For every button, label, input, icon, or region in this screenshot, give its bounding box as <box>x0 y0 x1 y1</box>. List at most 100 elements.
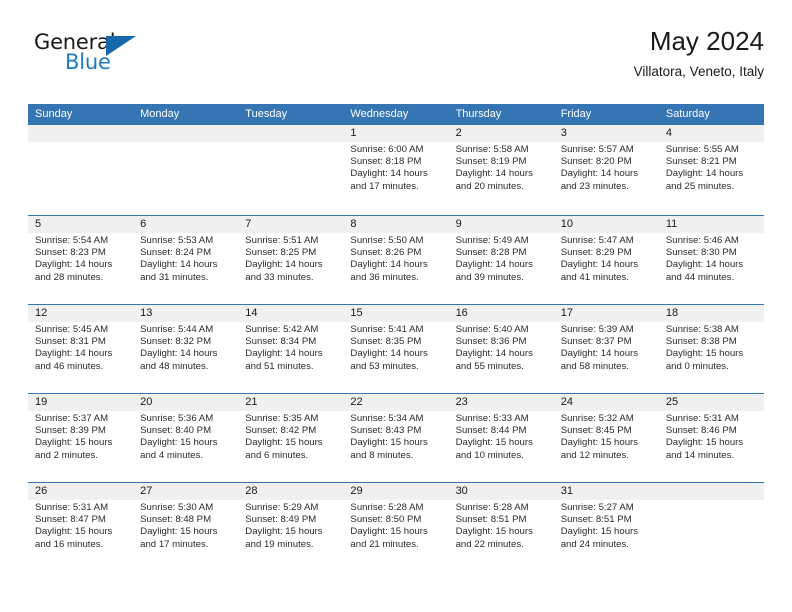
day-details: Sunrise: 5:46 AM Sunset: 8:30 PM Dayligh… <box>666 235 757 284</box>
day-details: Sunrise: 5:30 AM Sunset: 8:48 PM Dayligh… <box>140 502 231 551</box>
day-details: Sunrise: 5:55 AM Sunset: 8:21 PM Dayligh… <box>666 144 757 193</box>
day-cell[interactable]: 22 Sunrise: 5:34 AM Sunset: 8:43 PM Dayl… <box>343 394 448 482</box>
weekday-header-tuesday: Tuesday <box>245 108 288 120</box>
day-cell[interactable]: 16 Sunrise: 5:40 AM Sunset: 8:36 PM Dayl… <box>449 305 554 393</box>
day-details: Sunrise: 5:51 AM Sunset: 8:25 PM Dayligh… <box>245 235 336 284</box>
day-cell[interactable]: 30 Sunrise: 5:28 AM Sunset: 8:51 PM Dayl… <box>449 483 554 571</box>
brand-logo[interactable]: General Blue <box>34 30 154 82</box>
page-header: General Blue May 2024 Villatora, Veneto,… <box>28 26 764 98</box>
sunrise-text: Sunrise: 5:58 AM <box>455 144 529 155</box>
day-cell[interactable]: 13 Sunrise: 5:44 AM Sunset: 8:32 PM Dayl… <box>133 305 238 393</box>
daylight-line2: and 6 minutes. <box>245 449 309 461</box>
day-cell[interactable]: 27 Sunrise: 5:30 AM Sunset: 8:48 PM Dayl… <box>133 483 238 571</box>
day-cell[interactable]: 12 Sunrise: 5:45 AM Sunset: 8:31 PM Dayl… <box>28 305 133 393</box>
sunrise-text: Sunrise: 5:37 AM <box>35 413 109 424</box>
day-details: Sunrise: 5:34 AM Sunset: 8:43 PM Dayligh… <box>350 413 441 462</box>
daylight-line1: Daylight: 14 hours <box>665 168 744 180</box>
day-cell[interactable] <box>659 483 764 571</box>
day-cell[interactable]: 17 Sunrise: 5:39 AM Sunset: 8:37 PM Dayl… <box>554 305 659 393</box>
sunset-text: Sunset: 8:51 PM <box>560 514 632 526</box>
day-number: 31 <box>560 485 573 497</box>
daylight-line2: and 55 minutes. <box>455 360 524 372</box>
weekday-header-saturday: Saturday <box>665 108 710 120</box>
daylight-line1: Daylight: 15 hours <box>560 526 639 538</box>
sunset-text: Sunset: 8:49 PM <box>245 514 317 526</box>
day-cell[interactable]: 2 Sunrise: 5:58 AM Sunset: 8:19 PM Dayli… <box>449 125 554 215</box>
day-number: 28 <box>245 485 258 497</box>
day-cell[interactable]: 7 Sunrise: 5:51 AM Sunset: 8:25 PM Dayli… <box>238 216 343 304</box>
day-cell[interactable]: 28 Sunrise: 5:29 AM Sunset: 8:49 PM Dayl… <box>238 483 343 571</box>
day-cell[interactable]: 10 Sunrise: 5:47 AM Sunset: 8:29 PM Dayl… <box>554 216 659 304</box>
day-cell[interactable]: 26 Sunrise: 5:31 AM Sunset: 8:47 PM Dayl… <box>28 483 133 571</box>
sunrise-text: Sunrise: 5:31 AM <box>35 502 109 513</box>
day-cell[interactable]: 9 Sunrise: 5:49 AM Sunset: 8:28 PM Dayli… <box>449 216 554 304</box>
day-number: 15 <box>350 307 363 319</box>
day-cell[interactable]: 15 Sunrise: 5:41 AM Sunset: 8:35 PM Dayl… <box>343 305 448 393</box>
day-cell[interactable]: 19 Sunrise: 5:37 AM Sunset: 8:39 PM Dayl… <box>28 394 133 482</box>
day-number: 1 <box>350 127 357 139</box>
daylight-line1: Daylight: 15 hours <box>560 437 639 449</box>
day-cell[interactable]: 11 Sunrise: 5:46 AM Sunset: 8:30 PM Dayl… <box>659 216 764 304</box>
day-cell[interactable]: 6 Sunrise: 5:53 AM Sunset: 8:24 PM Dayli… <box>133 216 238 304</box>
daylight-line2: and 53 minutes. <box>350 360 419 372</box>
sunset-text: Sunset: 8:50 PM <box>350 514 422 526</box>
day-cell[interactable]: 31 Sunrise: 5:27 AM Sunset: 8:51 PM Dayl… <box>554 483 659 571</box>
day-number: 23 <box>455 396 468 408</box>
sunset-text: Sunset: 8:21 PM <box>665 156 737 168</box>
day-details: Sunrise: 5:33 AM Sunset: 8:44 PM Dayligh… <box>456 413 547 462</box>
daylight-line2: and 58 minutes. <box>560 360 629 372</box>
day-cell[interactable]: 18 Sunrise: 5:38 AM Sunset: 8:38 PM Dayl… <box>659 305 764 393</box>
day-cell[interactable]: 24 Sunrise: 5:32 AM Sunset: 8:45 PM Dayl… <box>554 394 659 482</box>
day-number: 2 <box>455 127 462 139</box>
daylight-line1: Daylight: 15 hours <box>455 437 533 449</box>
day-details: Sunrise: 5:42 AM Sunset: 8:34 PM Dayligh… <box>245 324 336 373</box>
sunrise-text: Sunrise: 5:36 AM <box>140 413 214 424</box>
daylight-line1: Daylight: 15 hours <box>350 437 428 449</box>
day-number: 4 <box>665 127 672 139</box>
sunrise-text: Sunrise: 5:57 AM <box>560 144 634 155</box>
day-number: 14 <box>245 307 258 319</box>
daylight-line2: and 12 minutes. <box>560 449 629 461</box>
daylight-line2: and 8 minutes. <box>350 449 414 461</box>
day-cell[interactable]: 20 Sunrise: 5:36 AM Sunset: 8:40 PM Dayl… <box>133 394 238 482</box>
daylight-line1: Daylight: 14 hours <box>350 348 428 360</box>
day-details: Sunrise: 5:54 AM Sunset: 8:23 PM Dayligh… <box>35 235 126 284</box>
sunrise-text: Sunrise: 5:35 AM <box>245 413 319 424</box>
daylight-line2: and 17 minutes. <box>140 538 209 550</box>
day-number: 10 <box>560 218 573 230</box>
daylight-line1: Daylight: 14 hours <box>245 259 323 271</box>
day-cell[interactable] <box>133 125 238 215</box>
day-cell[interactable]: 23 Sunrise: 5:33 AM Sunset: 8:44 PM Dayl… <box>449 394 554 482</box>
daylight-line2: and 28 minutes. <box>35 271 104 283</box>
day-cell[interactable]: 5 Sunrise: 5:54 AM Sunset: 8:23 PM Dayli… <box>28 216 133 304</box>
day-cell[interactable] <box>28 125 133 215</box>
sunrise-text: Sunrise: 6:00 AM <box>350 144 424 155</box>
day-cell[interactable]: 8 Sunrise: 5:50 AM Sunset: 8:26 PM Dayli… <box>343 216 448 304</box>
sunrise-text: Sunrise: 5:53 AM <box>140 235 214 246</box>
daylight-line1: Daylight: 15 hours <box>140 526 218 538</box>
day-number: 20 <box>140 396 153 408</box>
day-cell[interactable] <box>238 125 343 215</box>
day-cell[interactable]: 1 Sunrise: 6:00 AM Sunset: 8:18 PM Dayli… <box>343 125 448 215</box>
day-number: 21 <box>245 396 258 408</box>
day-details: Sunrise: 5:45 AM Sunset: 8:31 PM Dayligh… <box>35 324 126 373</box>
day-cell[interactable]: 3 Sunrise: 5:57 AM Sunset: 8:20 PM Dayli… <box>554 125 659 215</box>
daylight-line2: and 20 minutes. <box>455 180 524 192</box>
day-number: 29 <box>350 485 363 497</box>
day-cell[interactable]: 4 Sunrise: 5:55 AM Sunset: 8:21 PM Dayli… <box>659 125 764 215</box>
sunset-text: Sunset: 8:48 PM <box>140 514 212 526</box>
daylight-line2: and 48 minutes. <box>140 360 209 372</box>
day-cell[interactable]: 25 Sunrise: 5:31 AM Sunset: 8:46 PM Dayl… <box>659 394 764 482</box>
day-details: Sunrise: 5:32 AM Sunset: 8:45 PM Dayligh… <box>561 413 652 462</box>
day-details: Sunrise: 5:31 AM Sunset: 8:47 PM Dayligh… <box>35 502 126 551</box>
day-cell[interactable]: 14 Sunrise: 5:42 AM Sunset: 8:34 PM Dayl… <box>238 305 343 393</box>
day-cell[interactable]: 21 Sunrise: 5:35 AM Sunset: 8:42 PM Dayl… <box>238 394 343 482</box>
day-number: 17 <box>560 307 573 319</box>
daylight-line1: Daylight: 14 hours <box>140 348 218 360</box>
sunset-text: Sunset: 8:20 PM <box>560 156 632 168</box>
week-row: 19 Sunrise: 5:37 AM Sunset: 8:39 PM Dayl… <box>28 393 764 482</box>
daylight-line1: Daylight: 14 hours <box>560 348 639 360</box>
day-cell[interactable]: 29 Sunrise: 5:28 AM Sunset: 8:50 PM Dayl… <box>343 483 448 571</box>
sunrise-text: Sunrise: 5:41 AM <box>350 324 424 335</box>
sunset-text: Sunset: 8:35 PM <box>350 336 422 348</box>
